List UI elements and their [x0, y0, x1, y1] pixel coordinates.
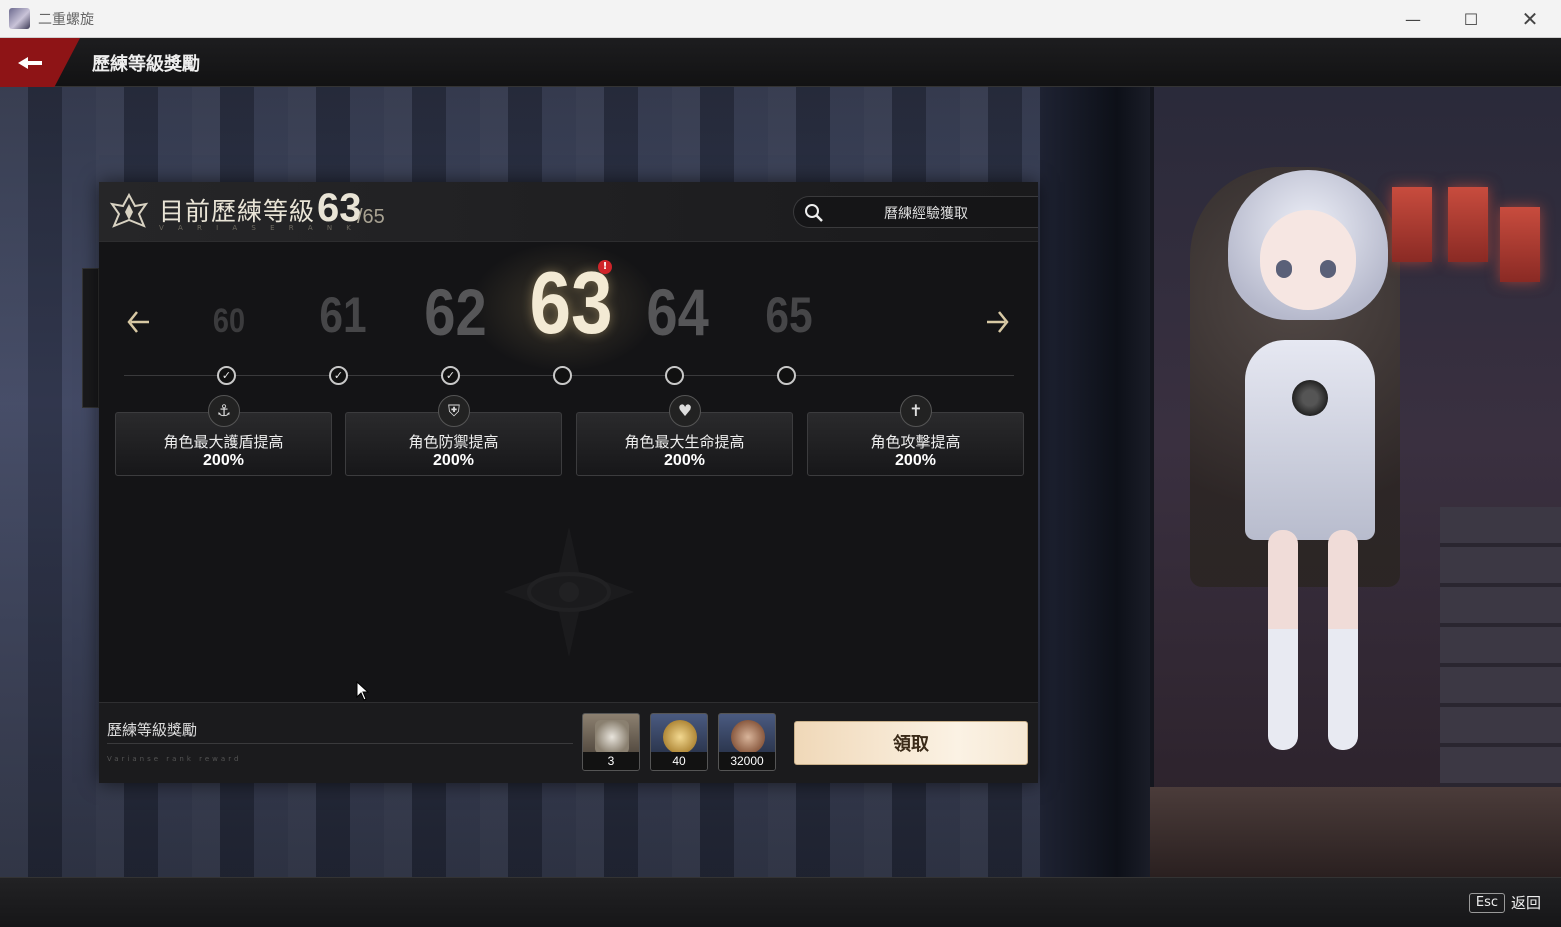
back-button[interactable]: [0, 38, 80, 87]
level-node-claimed: ✓: [217, 366, 236, 385]
bonus-label: 角色最大護盾提高: [163, 433, 284, 451]
rank-label: 目前歷練等級: [159, 197, 316, 226]
bonus-label: 角色最大生命提高: [624, 433, 745, 451]
level-node: [777, 366, 796, 385]
new-reward-badge: !: [598, 260, 612, 274]
max-rank-value: /65: [357, 206, 385, 228]
minimize-button[interactable]: —: [1384, 0, 1442, 38]
gold-coin-icon: [663, 720, 697, 754]
rank-reward-panel: 目前歷練等級 V A R I A S E R A N K 63 /65 曆練經驗…: [99, 182, 1038, 783]
character-eye: [1276, 260, 1292, 278]
shield-up-icon: ⚓: [208, 395, 240, 427]
esc-key-hint[interactable]: Esc: [1469, 893, 1505, 913]
next-arrow-icon[interactable]: [985, 304, 1009, 340]
app-icon: [9, 8, 30, 29]
level-64[interactable]: 64: [646, 274, 708, 350]
level-track: 60 61 62 63 ! 64 65 ✓ ✓ ✓: [99, 242, 1038, 422]
bronze-coin-icon: [731, 720, 765, 754]
heart-icon: ♥: [669, 395, 701, 427]
close-button[interactable]: ✕: [1501, 0, 1559, 38]
claim-button[interactable]: 領取: [794, 721, 1028, 765]
level-60[interactable]: 60: [209, 302, 250, 341]
bonus-card-shield: ⚓ 角色最大護盾提高 200%: [115, 395, 332, 476]
reward-bar: 歷練等級獎勵 Varianse rank reward 3 40 32000 領…: [99, 702, 1038, 783]
character-eye: [1320, 260, 1336, 278]
bonus-label: 角色防禦提高: [408, 433, 499, 451]
level-65[interactable]: 65: [765, 286, 813, 344]
return-label[interactable]: 返回: [1511, 892, 1541, 913]
level-node: [553, 366, 572, 385]
window-title: 二重螺旋: [38, 12, 94, 28]
curtain: [1040, 87, 1150, 877]
bonus-value: 200%: [433, 452, 474, 469]
defense-shield-icon: ⛨: [438, 395, 470, 427]
level-62[interactable]: 62: [424, 274, 486, 350]
reward-qty: 40: [651, 752, 707, 770]
panel-side-tab: [82, 268, 99, 408]
window-light: [1448, 187, 1488, 262]
divider: [107, 743, 573, 744]
window-light: [1500, 207, 1540, 282]
level-node-claimed: ✓: [329, 366, 348, 385]
prev-arrow-icon[interactable]: [127, 304, 151, 340]
exp-source-label: 曆練經驗獲取: [884, 206, 968, 222]
level-node-claimed: ✓: [441, 366, 460, 385]
level-63-current[interactable]: 63: [529, 252, 612, 354]
bonus-value: 200%: [895, 452, 936, 469]
character-model[interactable]: [1210, 140, 1410, 760]
character-leg: [1268, 530, 1298, 750]
character-emblem: [1292, 380, 1328, 416]
maximize-button[interactable]: ☐: [1442, 0, 1500, 38]
window-titlebar: 二重螺旋 — ☐ ✕: [0, 0, 1561, 38]
reward-title: 歷練等級獎勵: [107, 721, 198, 739]
reward-item[interactable]: 32000: [718, 713, 776, 771]
search-icon: [805, 204, 823, 222]
page-title: 歷練等級獎勵: [92, 54, 200, 75]
bonus-card-hp: ♥ 角色最大生命提高 200%: [576, 395, 793, 476]
exp-source-button[interactable]: 曆練經驗獲取: [793, 196, 1038, 228]
reward-qty: 3: [583, 752, 639, 770]
bonus-card-defense: ⛨ 角色防禦提高 200%: [345, 395, 562, 476]
character-leg: [1328, 530, 1358, 750]
bonus-value: 200%: [203, 452, 244, 469]
bonus-label: 角色攻擊提高: [870, 433, 961, 451]
reward-deco-text: Varianse rank reward: [107, 755, 242, 763]
level-node: [665, 366, 684, 385]
mouse-cursor-icon: [356, 681, 370, 701]
bonus-card-attack: ✝ 角色攻擊提高 200%: [807, 395, 1024, 476]
reward-item[interactable]: 3: [582, 713, 640, 771]
character-face: [1260, 210, 1356, 310]
eye-emblem-icon: [504, 527, 634, 657]
game-topbar: 歷練等級獎勵: [0, 38, 1561, 87]
bottom-bar: Esc 返回: [0, 877, 1561, 927]
reward-qty: 32000: [719, 752, 775, 770]
material-icon: [595, 720, 629, 754]
back-arrow-icon: [18, 56, 42, 69]
level-61[interactable]: 61: [319, 286, 367, 344]
current-rank-value: 63: [317, 186, 362, 230]
rank-crest-icon: [109, 192, 149, 228]
character-dress: [1245, 340, 1375, 540]
reward-item[interactable]: 40: [650, 713, 708, 771]
floor: [1150, 787, 1561, 877]
panel-header: 目前歷練等級 V A R I A S E R A N K 63 /65 曆練經驗…: [99, 182, 1038, 242]
sword-icon: ✝: [900, 395, 932, 427]
bonus-value: 200%: [664, 452, 705, 469]
